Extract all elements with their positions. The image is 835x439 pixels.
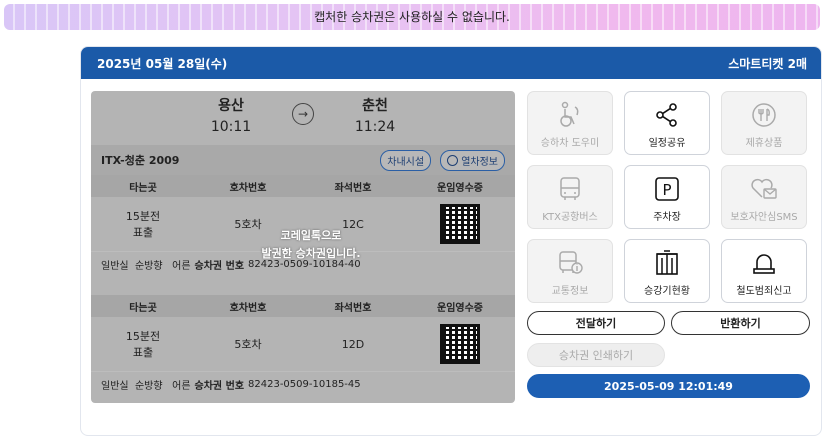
elevator-icon — [656, 250, 678, 275]
service-label: 교통정보 — [551, 286, 589, 297]
col-seat: 좌석번호 — [334, 182, 372, 194]
qr-code-icon — [440, 324, 480, 364]
train-bar: ITX-청춘 2009 차내시설 열차정보 — [91, 145, 515, 175]
service-label: KTX공항버스 — [542, 212, 598, 223]
column-header: 타는곳 호차번호 좌석번호 운임영수증 — [91, 175, 515, 197]
overlay-line-2: 발권한 승차권입니다. — [261, 247, 361, 260]
col-receipt: 운임영수증 — [437, 182, 483, 194]
ticket-count: 스마트티켓 2매 — [728, 56, 807, 71]
service-label: 철도범죄신고 — [736, 286, 792, 297]
service-boarding-assist[interactable]: 승하차 도우미 — [527, 91, 613, 155]
seat-section-2: 타는곳 호차번호 좌석번호 운임영수증 15분전 표출 5호차 12D 일반실 … — [91, 295, 515, 403]
col-seat: 좌석번호 — [334, 302, 372, 314]
col-car: 호차번호 — [229, 302, 267, 314]
transfer-button[interactable]: 전달하기 — [527, 311, 665, 335]
ticket-info-line: 일반실 순방향 어른 승차권 번호 82423-0509-10185-45 — [91, 371, 515, 396]
platform-value: 15분전 표출 — [125, 330, 161, 359]
refund-button[interactable]: 반환하기 — [671, 311, 810, 335]
service-label: 보호자안심SMS — [730, 212, 798, 223]
seat-class: 일반실 — [101, 380, 129, 392]
ticket-number: 82423-0509-10185-45 — [248, 378, 361, 390]
col-platform: 타는곳 — [129, 182, 157, 194]
siren-icon — [753, 254, 775, 274]
car-value: 5호차 — [234, 338, 262, 351]
departure-station: 용산 — [218, 98, 244, 114]
service-label: 승강기현황 — [644, 286, 690, 297]
korail-talk-overlay: 코레일톡으로 발권한 승차권입니다. — [211, 227, 411, 263]
issued-timestamp: 2025-05-09 12:01:49 — [527, 374, 810, 398]
ticket-card: 2025년 05월 28일(수) 스마트티켓 2매 용산 10:11 → 춘천 … — [80, 46, 822, 436]
col-receipt: 운임영수증 — [437, 302, 483, 314]
ticket-number-label: 승차권 번호 — [194, 380, 245, 392]
print-ticket-button[interactable]: 승차권 인쇄하기 — [527, 343, 665, 367]
departure: 용산 10:11 — [191, 95, 271, 135]
svg-text:P: P — [662, 181, 671, 199]
departure-time: 10:11 — [210, 119, 252, 135]
service-label: 제휴상품 — [745, 138, 783, 149]
passenger-type: 어른 — [172, 260, 191, 272]
service-airport-bus[interactable]: KTX공항버스 — [527, 165, 613, 229]
service-traffic-info[interactable]: 교통정보 — [527, 239, 613, 303]
col-platform: 타는곳 — [129, 302, 157, 314]
seat-class: 일반실 — [101, 260, 129, 272]
travel-date: 2025년 05월 28일(수) — [97, 56, 228, 71]
service-label: 일정공유 — [648, 138, 686, 149]
train-name: ITX-청춘 2009 — [101, 154, 180, 167]
train-info-label: 열차정보 — [461, 156, 498, 168]
transit-info-icon — [559, 251, 583, 274]
arrival-time: 11:24 — [354, 119, 396, 135]
ticket-card-header: 2025년 05월 28일(수) 스마트티켓 2매 — [81, 47, 821, 79]
passenger-type: 어른 — [172, 380, 191, 392]
clock-icon — [447, 154, 459, 166]
seat-direction: 순방향 — [134, 380, 163, 392]
arrival-station: 춘천 — [362, 98, 388, 114]
facility-button[interactable]: 차내시설 — [380, 149, 432, 171]
accessibility-icon — [560, 101, 579, 127]
seat-value: 12D — [341, 337, 365, 351]
service-share-schedule[interactable]: 일정공유 — [624, 91, 710, 155]
parking-icon: P — [655, 177, 679, 201]
qr-code-icon — [440, 204, 480, 244]
seat-row: 15분전 표출 5호차 12D — [91, 317, 515, 371]
capture-warning-banner: 캡처한 승차권은 사용하실 수 없습니다. — [4, 4, 820, 30]
arrow-right-icon: → — [292, 103, 314, 125]
service-partner-products[interactable]: 제휴상품 — [721, 91, 807, 155]
service-label: 승하차 도우미 — [540, 138, 600, 149]
platform-value: 15분전 표출 — [125, 210, 161, 239]
train-info-button[interactable]: 열차정보 — [440, 149, 505, 171]
service-crime-report[interactable]: 철도범죄신고 — [721, 239, 807, 303]
dining-icon — [752, 103, 776, 127]
overlay-line-1: 코레일톡으로 — [280, 229, 342, 242]
service-elevator-status[interactable]: 승강기현황 — [624, 239, 710, 303]
arrival: 춘천 11:24 — [335, 95, 415, 135]
bus-icon — [560, 177, 580, 200]
route-summary: 용산 10:11 → 춘천 11:24 — [91, 91, 515, 145]
share-icon — [656, 103, 677, 127]
column-header: 타는곳 호차번호 좌석번호 운임영수증 — [91, 295, 515, 317]
seat-direction: 순방향 — [134, 260, 163, 272]
service-parking[interactable]: P 주차장 — [624, 165, 710, 229]
service-label: 주차장 — [653, 212, 681, 223]
col-car: 호차번호 — [229, 182, 267, 194]
ticket-panel: 용산 10:11 → 춘천 11:24 ITX-청춘 2009 차내시설 열차정… — [91, 91, 515, 403]
service-guardian-sms[interactable]: 보호자안심SMS — [721, 165, 807, 229]
heart-message-icon — [751, 178, 777, 199]
